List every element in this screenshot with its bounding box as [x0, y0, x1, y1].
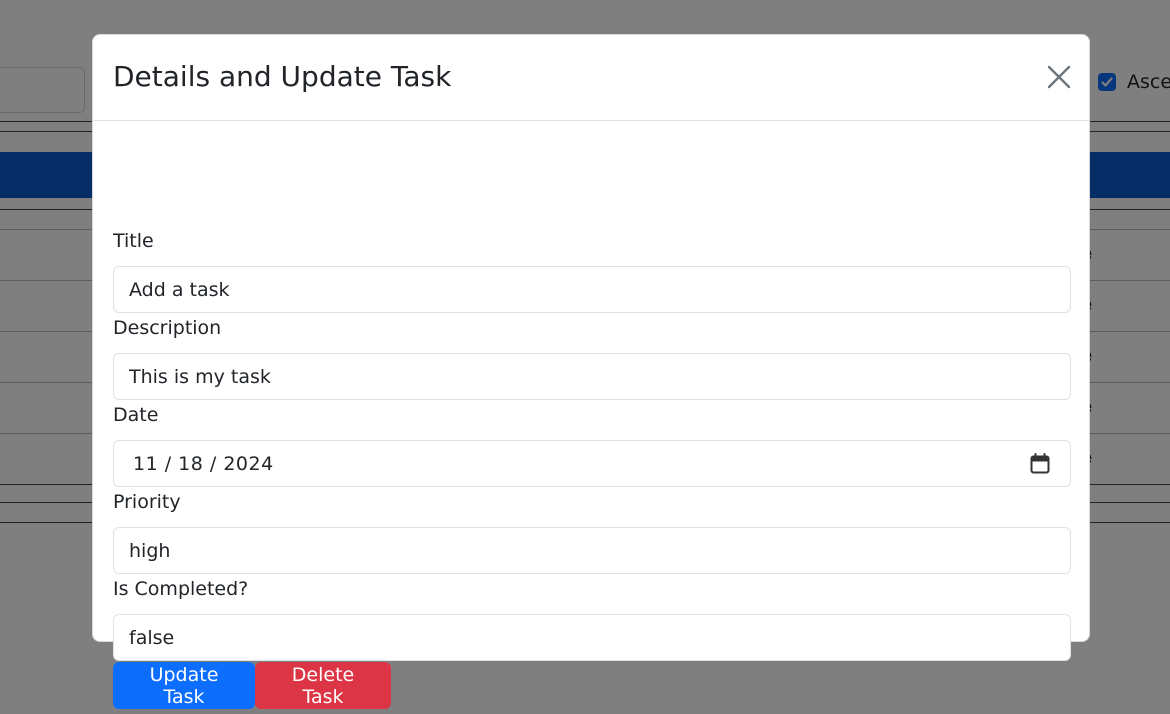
close-icon [1047, 65, 1071, 89]
update-task-button[interactable]: Update Task [113, 662, 255, 709]
completed-input-value: false [129, 626, 175, 649]
task-details-modal: Details and Update Task Title Add a task… [92, 34, 1090, 709]
modal-title: Details and Update Task [113, 60, 452, 93]
title-input[interactable]: Add a task [113, 266, 1071, 313]
priority-label: Priority [113, 491, 181, 513]
description-input-value: This is my task [129, 365, 271, 388]
title-input-value: Add a task [129, 278, 230, 301]
description-label: Description [113, 317, 222, 339]
modal-header: Details and Update Task [93, 35, 1089, 121]
calendar-icon[interactable] [1030, 453, 1050, 475]
title-label: Title [113, 230, 154, 252]
date-label: Date [113, 404, 159, 426]
priority-input[interactable]: high [113, 527, 1071, 574]
close-button[interactable] [1045, 63, 1073, 91]
delete-task-button[interactable]: Delete Task [255, 662, 391, 709]
completed-label: Is Completed? [113, 578, 249, 600]
completed-input[interactable]: false [113, 614, 1071, 661]
date-input[interactable]: 11 / 18 / 2024 [113, 440, 1071, 487]
priority-input-value: high [129, 539, 171, 562]
date-input-value: 11 / 18 / 2024 [133, 452, 274, 475]
description-input[interactable]: This is my task [113, 353, 1071, 400]
